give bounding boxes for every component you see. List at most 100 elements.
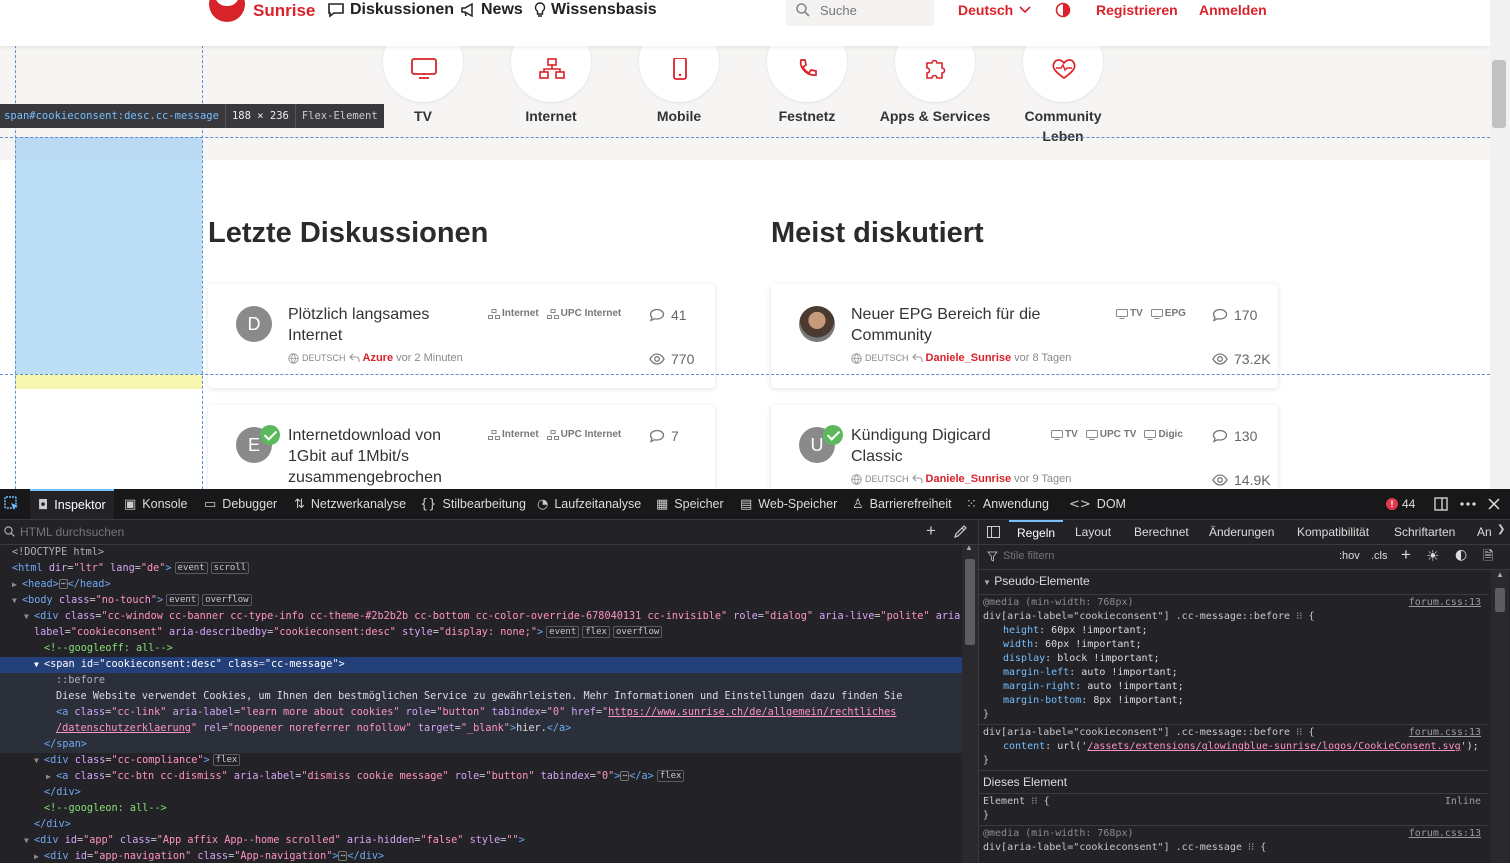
tab-dom[interactable]: <> DOM [1069, 489, 1126, 519]
eyedropper-icon[interactable] [954, 525, 967, 538]
link-href[interactable]: https://www.sunrise.ch/de/allgemein/rech… [608, 707, 896, 718]
css-source-link[interactable]: forum.css:13 [1409, 827, 1481, 841]
nav-diskussionen[interactable]: Diskussionen [327, 1, 454, 19]
css-rule[interactable]: @media (min-width: 768px) forum.css:13 di… [979, 595, 1489, 725]
chevron-right-icon[interactable]: ❯ [1497, 524, 1505, 535]
css-value[interactable]: block !important; [1057, 653, 1159, 664]
tree-row[interactable]: ▼ <body class="no-touch"> event overflow [0, 593, 962, 609]
print-media-icon[interactable]: 🗎 [1483, 547, 1493, 569]
css-rule[interactable]: div[aria-label="cookieconsent"] .cc-mess… [979, 725, 1489, 771]
scrollbar-thumb[interactable] [1495, 588, 1505, 612]
rules-scrollbar[interactable]: ▲ [1491, 570, 1509, 863]
nav-news[interactable]: News [460, 1, 523, 19]
search-box[interactable] [786, 0, 934, 26]
tree-row[interactable]: /datenschutzerklaerung" rel="noopener no… [0, 721, 962, 737]
scroll-up-icon[interactable]: ▲ [965, 543, 973, 552]
tab-kompatibilitaet[interactable]: Kompatibilität [1297, 520, 1369, 544]
tab-web-speicher[interactable]: ▤ Web-Speicher [740, 489, 837, 519]
element-picker-icon[interactable] [4, 496, 20, 512]
search-input[interactable] [818, 2, 922, 19]
css-property[interactable]: margin-left [1003, 667, 1069, 678]
tree-row[interactable]: Diese Website verwendet Cookies, um Ihne… [0, 689, 962, 705]
tag[interactable]: UPC Internet [546, 429, 621, 440]
link-href[interactable]: /datenschutzerklaerung [56, 723, 191, 734]
tab-regeln[interactable]: Regeln [1009, 520, 1064, 546]
add-rule-icon[interactable]: + [1401, 545, 1411, 565]
scrollbar-thumb[interactable] [1492, 60, 1506, 128]
tree-row[interactable]: <html dir="ltr" lang="de"> event scroll [0, 561, 962, 577]
tree-row[interactable]: </div> [0, 817, 962, 833]
dark-mode-icon[interactable]: ◐ [1455, 547, 1467, 563]
tab-anwendung[interactable]: ⁙ Anwendung [966, 489, 1049, 519]
css-property[interactable]: display [1003, 653, 1045, 664]
tag[interactable]: Internet [488, 429, 539, 440]
css-property[interactable]: margin-bottom [1003, 695, 1081, 706]
tab-stilbearbeitung[interactable]: {} Stilbearbeitung [420, 489, 526, 519]
tag[interactable]: EPG [1150, 308, 1186, 319]
tree-row[interactable]: <!--googleon: all--> [0, 801, 962, 817]
tree-row[interactable]: ▶ <head> ⋯ </head> [0, 577, 962, 593]
tree-row[interactable]: ▶ <a class="cc-btn cc-dismiss" aria-label… [0, 769, 962, 785]
css-property[interactable]: height [1003, 625, 1039, 636]
discussion-card[interactable]: E Internetdownload von 1Gbit auf 1Mbit/s… [208, 405, 715, 489]
tab-barrierefreiheit[interactable]: ♙ Barrierefreiheit [852, 489, 952, 519]
css-source-link[interactable]: forum.css:13 [1409, 596, 1481, 610]
tree-row[interactable]: ::before [0, 673, 962, 689]
discussion-title[interactable]: Internetdownload von 1Gbit auf 1Mbit/s z… [288, 425, 468, 488]
css-value[interactable]: 8px !important; [1093, 695, 1183, 706]
dock-side-icon[interactable] [1434, 497, 1448, 511]
styles-filter-input[interactable] [1001, 549, 1305, 563]
user-link[interactable]: Daniele_Sunrise [926, 473, 1012, 485]
contrast-toggle-icon[interactable] [1055, 2, 1071, 18]
tab-layout[interactable]: Layout [1075, 520, 1111, 544]
more-options-icon[interactable] [1460, 502, 1476, 506]
tree-row-selected[interactable]: ▼ <span id="cookieconsent:desc" class="cc… [0, 657, 962, 673]
hover-state-toggle[interactable]: :hov [1339, 550, 1360, 562]
html-search-input[interactable] [18, 524, 822, 540]
css-value[interactable]: 60px !important; [1051, 625, 1147, 636]
pseudo-elements-header[interactable]: ▼ Pseudo-Elemente [979, 570, 1489, 595]
discussion-title[interactable]: Kündigung Digicard Classic [851, 425, 1031, 467]
add-node-icon[interactable]: + [926, 521, 936, 541]
tree-row[interactable]: <!--googleoff: all--> [0, 641, 962, 657]
css-property[interactable]: content [1003, 741, 1045, 752]
tree-row[interactable]: ▼ <div id="app" class="App affix App--hom… [0, 833, 962, 849]
sunrise-logo-icon[interactable] [209, 0, 245, 22]
css-rule[interactable]: @media (min-width: 768px) forum.css:13 di… [979, 826, 1489, 857]
tag[interactable]: TV [1116, 308, 1143, 319]
tab-netzwerkanalyse[interactable]: ⇅ Netzwerkanalyse [294, 489, 406, 519]
close-icon[interactable] [1488, 498, 1500, 510]
tab-speicher[interactable]: ▦ Speicher [656, 489, 724, 519]
light-mode-icon[interactable]: ☀ [1426, 547, 1439, 565]
tab-konsole[interactable]: ▣ Konsole [124, 489, 187, 519]
css-value[interactable]: 60px !important; [1045, 639, 1141, 650]
html-search-bar[interactable]: + [0, 520, 978, 545]
user-link[interactable]: Azure [363, 352, 394, 364]
tab-berechnet[interactable]: Berechnet [1134, 520, 1189, 544]
css-source-link[interactable]: forum.css:13 [1409, 726, 1481, 740]
tree-row[interactable]: <!DOCTYPE html> [0, 545, 962, 561]
tab-overflow[interactable]: An [1477, 520, 1492, 544]
register-link[interactable]: Registrieren [1096, 2, 1178, 18]
brand-name[interactable]: Sunrise [253, 1, 315, 21]
tree-row[interactable]: </span> [0, 737, 962, 753]
tab-inspektor[interactable]: ◘ Inspektor [30, 489, 114, 519]
page-scrollbar[interactable] [1490, 0, 1510, 489]
scroll-up-icon[interactable]: ▲ [1496, 570, 1504, 579]
discussion-title[interactable]: Plötzlich langsames Internet [288, 304, 468, 346]
css-rule[interactable]: Element ⁝⁝ {Inline } [979, 794, 1489, 826]
user-photo-avatar[interactable] [799, 306, 835, 342]
css-value[interactable]: auto !important; [1087, 681, 1183, 692]
tree-row[interactable]: ▼ <div class="cc-compliance"> flex [0, 753, 962, 769]
discussion-card[interactable]: Neuer EPG Bereich für die Community TV E… [771, 284, 1278, 388]
class-toggle[interactable]: .cls [1371, 550, 1388, 562]
css-value[interactable]: auto !important; [1081, 667, 1177, 678]
tree-row[interactable]: ▼ <div class="cc-window cc-banner cc-type… [0, 609, 962, 625]
tab-laufzeitanalyse[interactable]: ◔ Laufzeitanalyse [537, 489, 641, 519]
language-selector[interactable]: Deutsch [958, 2, 1031, 18]
tab-debugger[interactable]: ▭ Debugger [204, 489, 277, 519]
tag[interactable]: Internet [488, 308, 539, 319]
css-url-value[interactable]: /assets/extensions/glowingblue-sunrise/l… [1087, 741, 1460, 752]
css-property[interactable]: width [1003, 639, 1033, 650]
tag[interactable]: Digic [1144, 429, 1183, 440]
